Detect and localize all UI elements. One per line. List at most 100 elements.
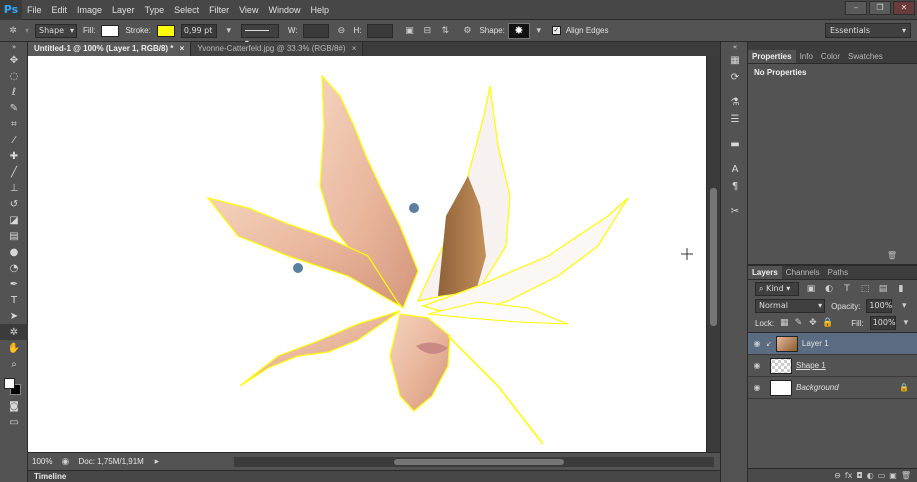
tab-layers[interactable]: Layers [748,266,782,279]
horizontal-scroll-thumb[interactable] [394,459,564,465]
link-layers-icon[interactable]: ⊖ [834,471,841,480]
fill-swatch[interactable] [101,24,120,37]
lock-position-icon[interactable]: ✥ [808,316,818,330]
layer-name[interactable]: Background [796,383,839,392]
brush-tool-icon[interactable]: ╱ [0,164,28,180]
crop-tool-icon[interactable]: ⌗ [0,116,28,132]
stroke-type-select[interactable]: ▾ [240,23,279,47]
menu-image[interactable]: Image [72,0,107,20]
tab-info[interactable]: Info [796,50,817,63]
path-alignment-icon[interactable]: ⊟ [420,24,434,38]
restore-button[interactable]: ❐ [869,1,891,15]
new-group-icon[interactable]: ▭ [878,471,886,480]
gear-icon[interactable]: ⚙ [460,24,474,38]
path-selection-tool-icon[interactable]: ➤ [0,308,28,324]
menu-filter[interactable]: Filter [204,0,234,20]
document-canvas[interactable] [28,56,706,452]
lock-image-icon[interactable]: ✎ [793,316,803,330]
quick-mask-icon[interactable]: ◙ [0,398,28,414]
delete-layer-icon[interactable]: 🗑 [901,471,911,480]
link-icon[interactable]: ⊖ [334,24,348,38]
brush-presets-panel-icon[interactable]: ☰ [721,111,749,128]
visibility-eye-icon[interactable]: ◉ [748,383,766,392]
menu-layer[interactable]: Layer [107,0,140,20]
layer-kind-filter[interactable]: ⌕ Kind ▾ [755,282,799,296]
styles-panel-icon[interactable]: ▬ [721,136,749,153]
opacity-dropdown-icon[interactable]: ▾ [897,299,911,313]
workspace-select[interactable]: Essentials ▾ [825,23,911,38]
filter-shape-icon[interactable]: ⬚ [858,282,872,296]
type-tool-icon[interactable]: T [0,292,28,308]
collapse-toolbar-icon[interactable]: » [0,42,28,52]
screen-mode-icon[interactable]: ▭ [0,414,28,430]
tab-close-icon[interactable]: × [180,44,185,53]
foreground-color-swatch[interactable] [4,378,15,389]
menu-type[interactable]: Type [140,0,170,20]
gradient-tool-icon[interactable]: ▤ [0,228,28,244]
filter-adjustment-icon[interactable]: ◐ [822,282,836,296]
blur-tool-icon[interactable]: ● [0,244,28,260]
menu-file[interactable]: File [22,0,47,20]
layer-row-layer-1[interactable]: ◉ ↙ Layer 1 [748,333,917,355]
zoom-level[interactable]: 100% [32,457,52,466]
move-tool-icon[interactable]: ✥ [0,52,28,68]
menu-view[interactable]: View [234,0,263,20]
blend-mode-select[interactable]: Normal ▾ [755,299,826,313]
layer-mask-icon[interactable]: ◘ [856,471,862,480]
tool-presets-panel-icon[interactable]: ✂ [721,203,749,220]
tab-paths[interactable]: Paths [824,266,852,279]
dodge-tool-icon[interactable]: ◔ [0,260,28,276]
menu-select[interactable]: Select [169,0,204,20]
marquee-tool-icon[interactable]: ◌ [0,68,28,84]
tab-color[interactable]: Color [817,50,844,63]
fill-input[interactable]: 100% [869,316,896,330]
eyedropper-tool-icon[interactable]: ⁄ [0,132,28,148]
stroke-width-dropdown-icon[interactable]: ▾ [222,24,236,38]
new-layer-icon[interactable]: ▣ [889,471,897,480]
tab-swatches[interactable]: Swatches [844,50,887,63]
timeline-panel-tab[interactable]: Timeline [28,470,720,482]
stroke-swatch[interactable] [156,24,175,37]
layer-name[interactable]: Layer 1 [802,339,829,348]
menu-window[interactable]: Window [263,0,305,20]
paragraph-panel-icon[interactable]: ¶ [721,178,749,195]
opacity-input[interactable]: 100% [866,299,893,313]
healing-brush-tool-icon[interactable]: ✚ [0,148,28,164]
lock-transparent-icon[interactable]: ▦ [779,316,789,330]
width-input[interactable] [303,23,330,38]
tab-properties[interactable]: Properties [748,50,796,63]
minimize-button[interactable]: – [845,1,867,15]
align-edges-checkbox[interactable]: ✓ [551,26,561,35]
height-input[interactable] [367,23,394,38]
tab-channels[interactable]: Channels [782,266,824,279]
tab-yvonne-catterfeld[interactable]: Yvonne-Catterfeld.jpg @ 33.3% (RGB/8#) × [191,42,364,56]
menu-help[interactable]: Help [305,0,334,20]
shape-dropdown-icon[interactable]: ▾ [532,24,546,38]
adjustment-layer-icon[interactable]: ◐ [867,471,874,480]
vertical-scrollbar[interactable] [706,56,719,452]
vertical-scroll-thumb[interactable] [710,188,717,326]
color-swatches[interactable] [0,376,28,398]
history-brush-tool-icon[interactable]: ↺ [0,196,28,212]
status-menu-arrow-icon[interactable]: ▸ [150,455,164,469]
hand-tool-icon[interactable]: ✋ [0,340,28,356]
filter-smart-object-icon[interactable]: ▤ [876,282,890,296]
layer-name[interactable]: Shape 1 [796,361,826,370]
history-panel-icon[interactable]: ▦ [721,52,749,69]
custom-shape-tool-icon[interactable]: ✲ [6,24,20,38]
actions-panel-icon[interactable]: ⟳ [721,69,749,86]
path-arrangement-icon[interactable]: ⇅ [438,24,452,38]
tab-untitled-1[interactable]: Untitled-1 @ 100% (Layer 1, RGB/8) * × [28,42,192,56]
layer-row-background[interactable]: ◉ Background 🔒 [748,377,917,399]
clone-stamp-tool-icon[interactable]: ⊥ [0,180,28,196]
filter-pixel-icon[interactable]: ▣ [804,282,818,296]
layer-row-shape-1[interactable]: ◉ Shape 1 [748,355,917,377]
layer-style-fx-icon[interactable]: fx [845,471,853,480]
menu-edit[interactable]: Edit [47,0,73,20]
zoom-tool-icon[interactable]: ⌕ [0,356,28,372]
eraser-tool-icon[interactable]: ◪ [0,212,28,228]
tool-mode-select[interactable]: Shape ▾ [35,23,78,38]
visibility-eye-icon[interactable]: ◉ [748,339,766,348]
fill-dropdown-icon[interactable]: ▾ [901,316,911,330]
properties-trash-icon[interactable]: 🗑 [887,251,897,260]
